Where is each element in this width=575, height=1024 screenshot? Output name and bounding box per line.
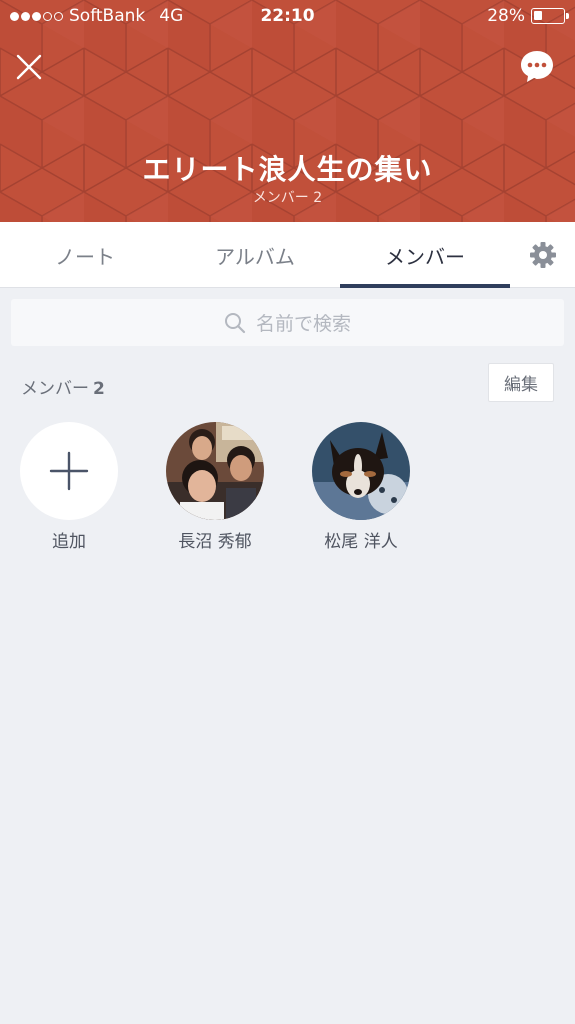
gear-icon: [530, 242, 556, 268]
tab-member[interactable]: メンバー: [340, 222, 510, 288]
member-name: 追加: [52, 532, 86, 552]
members-label: メンバー: [21, 379, 89, 399]
search-input[interactable]: 名前で検索: [11, 299, 564, 346]
status-bar: SoftBank 4G 22:10 28%: [0, 0, 575, 34]
avatar[interactable]: [166, 422, 264, 520]
close-button[interactable]: [14, 52, 44, 82]
members-count: 2: [93, 379, 105, 399]
add-member[interactable]: 追加: [14, 422, 124, 552]
member-name: 松尾 洋人: [324, 532, 398, 552]
member-name: 長沼 秀郁: [178, 532, 252, 552]
settings-button[interactable]: [529, 241, 557, 269]
battery-percent: 28%: [487, 6, 525, 26]
avatar[interactable]: [312, 422, 410, 520]
add-avatar[interactable]: [20, 422, 118, 520]
members-section-label: メンバー 2: [21, 374, 105, 399]
tab-bar: ノート アルバム メンバー: [0, 222, 575, 288]
chat-button[interactable]: [519, 48, 555, 84]
member-item[interactable]: 長沼 秀郁: [160, 422, 270, 552]
chat-bubble-icon: [521, 51, 553, 82]
edit-button[interactable]: 編集: [488, 363, 554, 402]
group-header: SoftBank 4G 22:10 28% エリート浪人生の集い メンバー 2: [0, 0, 575, 222]
plus-icon: [49, 451, 89, 491]
search-placeholder: 名前で検索: [255, 313, 351, 335]
search-icon: [224, 312, 246, 333]
battery-level: [534, 11, 542, 20]
status-right: 28%: [487, 6, 569, 26]
tab-album[interactable]: アルバム: [170, 222, 340, 288]
battery-icon: [531, 8, 569, 24]
member-item[interactable]: 松尾 洋人: [306, 422, 416, 552]
group-member-count: メンバー 2: [252, 190, 323, 206]
group-title: エリート浪人生の集い: [142, 153, 433, 186]
member-photo: [312, 422, 410, 520]
tab-note[interactable]: ノート: [0, 222, 170, 288]
member-photo: [166, 422, 264, 520]
close-icon: [16, 54, 42, 80]
